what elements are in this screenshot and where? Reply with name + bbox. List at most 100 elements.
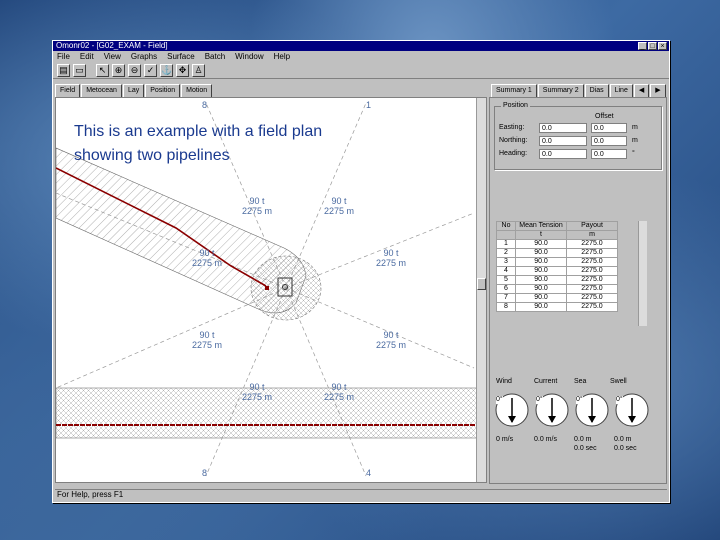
table-row[interactable]: 4 90.0 2275.0 [496, 266, 618, 276]
northing-offset[interactable]: 0.0 [591, 136, 627, 146]
open-icon[interactable]: ▭ [73, 63, 86, 77]
menu-file[interactable]: File [57, 51, 70, 62]
tab-position[interactable]: Position [145, 84, 181, 97]
unit-payout: m [566, 230, 618, 240]
menu-graphs[interactable]: Graphs [131, 51, 157, 62]
menu-bar: File Edit View Graphs Surface Batch Wind… [53, 51, 669, 62]
status-bar: For Help, press F1 [55, 489, 667, 500]
slide-caption: This is an example with a field plan sho… [74, 120, 414, 168]
touchdown-point [265, 286, 269, 290]
current-angle: 0° [536, 396, 543, 404]
panel-tabs: Summary 1 Summary 2 Dias Line ◀ ▶ [491, 84, 666, 98]
table-row[interactable]: 6 90.0 2275.0 [496, 284, 618, 294]
tab-line[interactable]: Line [609, 84, 633, 97]
menu-batch[interactable]: Batch [205, 51, 225, 62]
person-icon[interactable]: ♙ [192, 63, 205, 77]
anchor-line-label: 90 t 2275 m [324, 382, 355, 402]
anchor-line-label: 90 t 2275 m [242, 382, 273, 402]
tab-summary-2[interactable]: Summary 2 [537, 84, 584, 97]
sea-angle: 0° [576, 396, 583, 404]
scroll-thumb[interactable] [477, 278, 486, 290]
position-group-title: Position [501, 102, 530, 110]
tab-scroll-right[interactable]: ▶ [650, 84, 666, 97]
menu-help[interactable]: Help [274, 51, 290, 62]
heading-value[interactable]: 0.0 [539, 149, 587, 159]
heading-label: Heading: [499, 150, 528, 157]
menu-window[interactable]: Window [235, 51, 263, 62]
menu-view[interactable]: View [104, 51, 121, 62]
table-row[interactable]: 3 90.0 2275.0 [496, 257, 618, 267]
tab-summary-1[interactable]: Summary 1 [491, 84, 537, 98]
sea-period: 0.0 sec [574, 445, 597, 452]
table-row[interactable]: 2 90.0 2275.0 [496, 248, 618, 258]
table-row[interactable]: 8 90.0 2275.0 [496, 302, 618, 312]
tab-field[interactable]: Field [55, 84, 81, 98]
northing-unit: m [632, 137, 638, 144]
anchor-line-label: 90 t 2275 m [376, 248, 407, 268]
printer-icon[interactable]: ▤ [57, 63, 70, 77]
window-title: Omonr02 - [G02_EXAM - Field] [56, 41, 168, 50]
menu-edit[interactable]: Edit [80, 51, 94, 62]
tab-scroll-left[interactable]: ◀ [633, 84, 650, 97]
northing-label: Northing: [499, 137, 528, 144]
tab-dias[interactable]: Dias [584, 84, 609, 97]
easting-unit: m [632, 124, 638, 131]
easting-label: Easting: [499, 124, 525, 131]
pointer-icon[interactable]: ↖ [96, 63, 109, 77]
wind-angle: 0° [496, 396, 503, 404]
table-scrollbar[interactable] [638, 221, 647, 326]
swell-period: 0.0 sec [614, 445, 637, 452]
status-text: For Help, press F1 [57, 490, 124, 499]
position-group: Position Offset Easting: 0.0 0.0 m North… [494, 102, 662, 170]
table-row[interactable]: 1 90.0 2275.0 [496, 239, 618, 249]
minimize-button[interactable]: _ [638, 42, 647, 50]
tab-motion[interactable]: Motion [181, 84, 213, 97]
toolbar: ▤ ▭ ↖ ⊕ ⊖ ✓ ⚓ ✥ ♙ [53, 62, 669, 79]
swell-value: 0.0 m [614, 436, 632, 443]
table-row[interactable]: 5 90.0 2275.0 [496, 275, 618, 285]
swell-label: Swell [610, 378, 627, 385]
current-value: 0.0 m/s [534, 436, 557, 443]
anchor-marker-bottom-right: 4 [366, 468, 372, 478]
check-icon[interactable]: ✓ [144, 63, 157, 77]
unit-no [496, 230, 516, 240]
anchor-marker-top-left: 8 [202, 100, 208, 110]
wind-value: 0 m/s [496, 436, 514, 443]
field-scrollbar[interactable] [476, 98, 486, 482]
table-row[interactable]: 7 90.0 2275.0 [496, 293, 618, 303]
anchor-line-label: 90 t 2275 m [376, 330, 407, 350]
app-window: Omonr02 - [G02_EXAM - Field] _ □ × File … [52, 40, 670, 503]
heading-offset[interactable]: 0.0 [591, 149, 627, 159]
anchor-line-label: 90 t 2275 m [192, 330, 223, 350]
caption-line-2: showing two pipelines [74, 147, 230, 164]
swell-angle: 0° [616, 396, 623, 404]
anchor-marker-top-right: 1 [366, 100, 372, 110]
field-tabs: Field Metocean Lay Position Motion [55, 84, 213, 98]
title-bar: Omonr02 - [G02_EXAM - Field] _ □ × [53, 41, 669, 51]
col-no: No [496, 221, 516, 231]
heading-unit: ° [632, 150, 635, 157]
zoom-in-icon[interactable]: ⊕ [112, 63, 125, 77]
col-mean-tension: Mean Tension [515, 221, 567, 231]
easting-value[interactable]: 0.0 [539, 123, 587, 133]
easting-offset[interactable]: 0.0 [591, 123, 627, 133]
move-icon[interactable]: ✥ [176, 63, 189, 77]
zoom-out-icon[interactable]: ⊖ [128, 63, 141, 77]
gauges-canvas [495, 393, 649, 427]
unit-tension: t [515, 230, 567, 240]
menu-surface[interactable]: Surface [167, 51, 195, 62]
anchor-line-label: 90 t 2275 m [242, 196, 273, 216]
northing-value[interactable]: 0.0 [539, 136, 587, 146]
maximize-button[interactable]: □ [648, 42, 657, 50]
anchor-table: No Mean Tension Payout t m 1 90.0 2275.0 2… [496, 221, 618, 312]
close-button[interactable]: × [658, 42, 667, 50]
tab-metocean[interactable]: Metocean [81, 84, 122, 97]
wind-label: Wind [496, 378, 512, 385]
sea-label: Sea [574, 378, 587, 385]
anchor-icon[interactable]: ⚓ [160, 63, 173, 77]
current-label: Current [534, 378, 558, 385]
sea-value: 0.0 m [574, 436, 592, 443]
anchor-marker-bottom-left: 8 [202, 468, 208, 478]
anchor-line-label: 90 t 2275 m [324, 196, 355, 216]
tab-lay[interactable]: Lay [122, 84, 145, 97]
